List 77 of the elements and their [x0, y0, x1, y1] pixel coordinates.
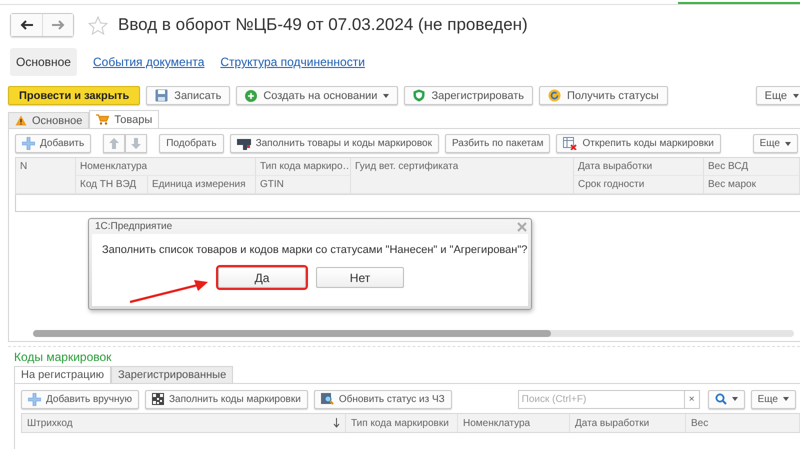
- column-header: Номенклатура: [463, 418, 530, 428]
- refresh-icon: [548, 89, 561, 102]
- codes-tab[interactable]: Зарегистрированные: [110, 366, 234, 383]
- command-button[interactable]: Зарегистрировать: [404, 86, 533, 105]
- form-tab[interactable]: События документа: [92, 48, 204, 76]
- sort-arrow-icon[interactable]: [333, 418, 340, 428]
- column-header: Дата выработки: [574, 158, 704, 176]
- codes-tab[interactable]: На регистрацию: [14, 366, 111, 383]
- dialog-message: Заполнить список товаров и кодов марки со статусами "Нанесен" и "Агрегирован"?: [102, 244, 528, 256]
- dialog-title: 1С:Предприятие: [95, 221, 172, 232]
- plus-icon: [28, 392, 41, 406]
- column-header: Вес марок: [704, 176, 800, 194]
- page-tab[interactable]: Товары: [89, 110, 160, 128]
- toolbar-button[interactable]: Обновить статус из ЧЗ: [314, 390, 452, 408]
- page-tab[interactable]: Основное: [8, 112, 90, 128]
- caret-icon: [793, 94, 799, 98]
- move-up-button[interactable]: [103, 134, 126, 153]
- move-down-button[interactable]: [125, 134, 148, 153]
- command-button[interactable]: Еще: [756, 86, 800, 105]
- down-arrow-icon: [131, 138, 142, 149]
- command-button[interactable]: Получить статусы: [539, 86, 668, 105]
- toolbar-button[interactable]: Разбить по пакетам: [444, 134, 550, 153]
- table-remove-icon: [563, 137, 578, 150]
- qr-code-icon: [152, 393, 164, 405]
- column-header: Вес ВСД: [704, 158, 800, 176]
- scanner-icon: [236, 138, 251, 150]
- horizontal-scrollbar[interactable]: [33, 330, 794, 337]
- column-header: Срок годности: [574, 176, 704, 194]
- toolbar-button[interactable]: Еще: [752, 134, 798, 153]
- column-header: Номенклатура: [76, 158, 256, 176]
- form-tab[interactable]: Структура подчиненности: [220, 48, 365, 76]
- warning-icon: [15, 115, 27, 126]
- document-search-icon: [320, 393, 334, 405]
- search-icon: [714, 393, 727, 405]
- caret-icon: [732, 397, 738, 401]
- form-tab[interactable]: Основное: [10, 48, 77, 76]
- column-header: N: [16, 158, 76, 194]
- command-button[interactable]: Создать на основании: [236, 86, 398, 105]
- section-title: Коды маркировок: [14, 350, 112, 364]
- shield-icon: [413, 89, 426, 102]
- toolbar-button[interactable]: Заполнить товары и коды маркировок: [230, 134, 439, 153]
- column-header: Гуид вет. сертификата: [351, 158, 574, 194]
- column-header: Дата выработки: [575, 418, 650, 428]
- star-icon[interactable]: [88, 16, 108, 34]
- back-arrow-icon: [20, 20, 34, 30]
- toolbar-button[interactable]: Заполнить коды маркировки: [144, 390, 308, 408]
- command-button[interactable]: Провести и закрыть: [8, 86, 140, 105]
- column-header: Штрихкод: [27, 418, 73, 428]
- toolbar-button[interactable]: Добавить: [15, 134, 92, 153]
- toolbar-button[interactable]: Открепить коды маркировки: [556, 134, 721, 153]
- toolbar-button[interactable]: Добавить вручную: [21, 390, 139, 408]
- clear-search-button[interactable]: ×: [684, 390, 699, 408]
- close-icon[interactable]: [517, 222, 527, 232]
- toolbar-button[interactable]: Подобрать: [159, 134, 224, 153]
- more-button[interactable]: Еще: [750, 390, 796, 408]
- dialog-button[interactable]: Да: [218, 267, 306, 288]
- column-header: Код ТН ВЭД: [76, 176, 148, 194]
- caret-icon: [783, 397, 789, 401]
- cart-icon: [96, 114, 110, 125]
- search-field[interactable]: Поиск (Ctrl+F) ×: [518, 390, 700, 408]
- up-arrow-icon: [109, 138, 120, 149]
- search-button[interactable]: [708, 390, 745, 408]
- column-header: Вес: [691, 418, 708, 428]
- window-title: Ввод в оборот №ЦБ-49 от 07.03.2024 (не проведен): [118, 15, 528, 35]
- back-button[interactable]: [11, 14, 42, 36]
- column-header: Тип кода маркировки: [351, 418, 449, 428]
- forward-arrow-icon: [51, 20, 65, 30]
- command-button[interactable]: Записать: [146, 86, 230, 105]
- plus-circle-icon: [245, 90, 258, 102]
- table-row[interactable]: [15, 195, 800, 212]
- column-header: GTIN: [256, 176, 351, 194]
- column-header: Тип кода маркиро…: [256, 158, 351, 176]
- column-header: Единица измерения: [148, 176, 256, 194]
- caret-icon: [383, 94, 390, 98]
- dialog-button[interactable]: Нет: [316, 267, 404, 288]
- plus-icon: [22, 137, 35, 150]
- caret-icon: [785, 142, 791, 146]
